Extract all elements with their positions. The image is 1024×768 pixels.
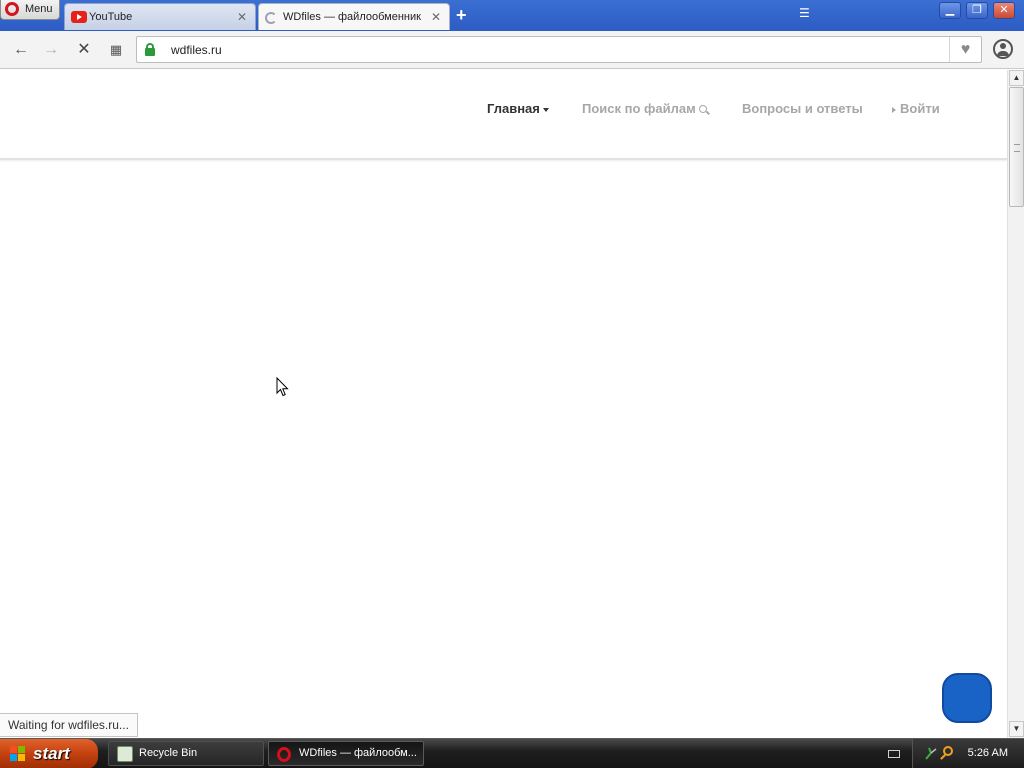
browser-tab-strip: Menu YouTube ✕ WDfiles — файлообменник б… bbox=[0, 0, 1024, 31]
secure-lock-icon[interactable] bbox=[145, 43, 155, 56]
loading-spinner-icon bbox=[265, 12, 277, 24]
scroll-down-arrow-icon[interactable]: ▼ bbox=[1009, 721, 1024, 737]
opera-icon bbox=[277, 747, 291, 762]
tab-menu-icon[interactable]: ☰ bbox=[799, 6, 813, 20]
caret-right-icon bbox=[892, 106, 896, 113]
page-viewport: Главная Поиск по файлам Вопросы и ответы… bbox=[0, 70, 1007, 738]
nav-login[interactable]: Войти bbox=[892, 101, 940, 116]
browser-toolbar: ← → ✕ ▦ wdfiles.ru ♥ bbox=[0, 31, 1024, 69]
taskbar-opera-window[interactable]: WDfiles — файлообм... bbox=[268, 741, 424, 766]
taskbar-button-label: Recycle Bin bbox=[139, 747, 198, 759]
clock: 5:26 AM bbox=[967, 747, 1008, 759]
taskbar-recycle-bin[interactable]: Recycle Bin bbox=[108, 741, 264, 766]
maximize-button[interactable]: ❐ bbox=[966, 2, 988, 19]
opera-logo-icon bbox=[5, 2, 19, 16]
tab-title: YouTube bbox=[89, 11, 133, 23]
profile-icon[interactable] bbox=[993, 39, 1013, 59]
nav-file-search-label: Поиск по файлам bbox=[582, 101, 696, 116]
site-header: Главная Поиск по файлам Вопросы и ответы… bbox=[0, 70, 1007, 160]
start-label: start bbox=[33, 744, 70, 763]
screen: Menu YouTube ✕ WDfiles — файлообменник б… bbox=[0, 0, 1024, 768]
forward-arrow-icon[interactable]: → bbox=[41, 40, 61, 60]
system-tray: 5:26 AM bbox=[912, 739, 1024, 768]
tab-wdfiles[interactable]: WDfiles — файлообменник б ✕ bbox=[258, 3, 450, 30]
stop-loading-icon[interactable]: ✕ bbox=[74, 40, 94, 60]
search-icon bbox=[698, 104, 709, 115]
vertical-scrollbar[interactable]: ▲ ▼ bbox=[1007, 70, 1024, 738]
close-tab-icon[interactable]: ✕ bbox=[431, 10, 441, 24]
speed-dial-grid-icon[interactable]: ▦ bbox=[106, 40, 126, 60]
window-controls: ☰ ▁ ❐ ✕ bbox=[799, 0, 1024, 22]
url-text[interactable]: wdfiles.ru bbox=[171, 43, 222, 57]
nav-faq-label: Вопросы и ответы bbox=[742, 101, 863, 116]
tab-title: WDfiles — файлообменник б bbox=[283, 11, 421, 23]
new-tab-button[interactable]: + bbox=[456, 6, 467, 24]
network-icon[interactable] bbox=[925, 747, 937, 760]
keyboard-icon[interactable] bbox=[888, 750, 900, 758]
floating-chat-button[interactable] bbox=[942, 673, 992, 723]
opera-menu-button[interactable]: Menu bbox=[0, 0, 60, 20]
windows-taskbar: start Recycle Bin WDfiles — файлообм... … bbox=[0, 738, 1024, 768]
scrollbar-thumb[interactable] bbox=[1009, 87, 1024, 207]
recycle-bin-icon bbox=[117, 746, 133, 762]
close-tab-icon[interactable]: ✕ bbox=[237, 10, 247, 24]
nav-home[interactable]: Главная bbox=[487, 101, 549, 116]
nav-home-label: Главная bbox=[487, 101, 540, 116]
close-window-button[interactable]: ✕ bbox=[993, 2, 1015, 19]
scroll-up-arrow-icon[interactable]: ▲ bbox=[1009, 70, 1024, 86]
start-button[interactable]: start bbox=[0, 739, 98, 768]
back-arrow-icon[interactable]: ← bbox=[11, 40, 31, 60]
nav-file-search[interactable]: Поиск по файлам bbox=[582, 101, 709, 116]
nav-login-label: Войти bbox=[900, 101, 940, 116]
mouse-cursor-icon bbox=[276, 377, 289, 397]
tab-youtube[interactable]: YouTube ✕ bbox=[64, 3, 256, 30]
windows-flag-icon bbox=[10, 746, 26, 762]
menu-label: Menu bbox=[25, 3, 53, 15]
loading-status-bubble: Waiting for wdfiles.ru... bbox=[0, 713, 138, 737]
youtube-icon bbox=[71, 11, 87, 23]
bookmark-heart-icon[interactable]: ♥ bbox=[949, 37, 981, 62]
taskbar-button-label: WDfiles — файлообм... bbox=[299, 747, 417, 759]
search-tray-icon[interactable] bbox=[943, 746, 953, 756]
minimize-button[interactable]: ▁ bbox=[939, 2, 961, 19]
caret-down-icon bbox=[542, 107, 549, 112]
nav-faq[interactable]: Вопросы и ответы bbox=[742, 101, 863, 116]
address-bar[interactable]: wdfiles.ru ♥ bbox=[136, 36, 982, 63]
